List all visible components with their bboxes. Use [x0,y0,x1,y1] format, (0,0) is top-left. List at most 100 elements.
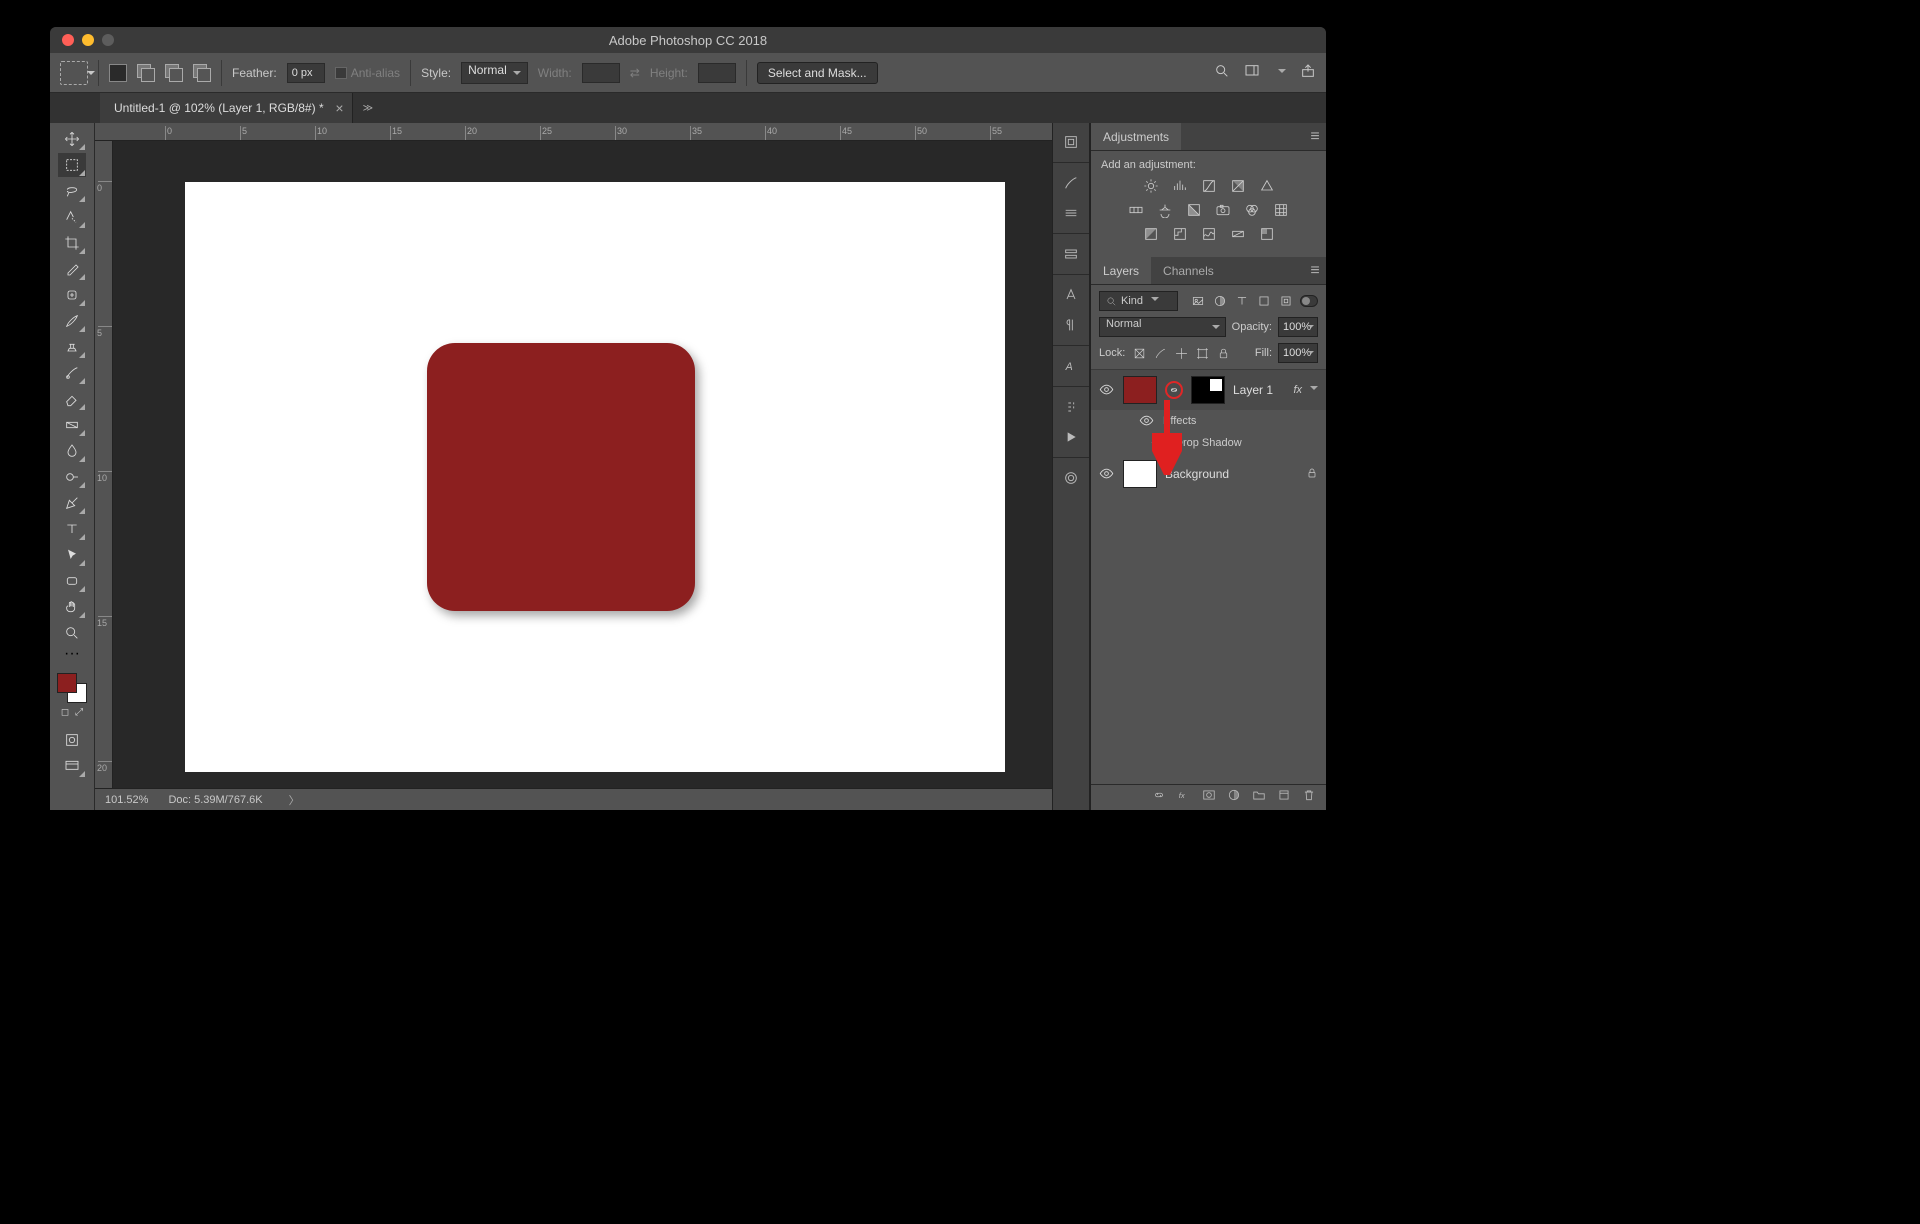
workspace-menu-icon[interactable] [1274,66,1286,80]
style-select[interactable]: Normal [461,62,528,84]
history-brush-tool[interactable] [58,361,86,385]
ruler-vertical[interactable]: 05101520 [95,141,113,788]
edit-toolbar-icon[interactable]: ··· [58,647,86,661]
vibrance-icon[interactable] [1257,177,1277,195]
invert-icon[interactable] [1141,225,1161,243]
threshold-icon[interactable] [1199,225,1219,243]
bw-icon[interactable] [1184,201,1204,219]
foreground-color[interactable] [57,673,77,693]
eyedropper-tool[interactable] [58,257,86,281]
cc-libraries-icon[interactable] [1058,465,1084,491]
lock-pixels-icon[interactable] [1152,345,1168,361]
gradient-tool[interactable] [58,413,86,437]
pen-tool[interactable] [58,491,86,515]
layers-panel-menu-icon[interactable]: ≡ [1304,257,1326,284]
selective-color-icon[interactable] [1257,225,1277,243]
healing-brush-tool[interactable] [58,283,86,307]
layer-fx-indicator[interactable]: fx [1293,384,1318,396]
lock-artboard-icon[interactable] [1194,345,1210,361]
channel-mixer-icon[interactable] [1242,201,1262,219]
swap-colors-icon[interactable]: ⤢ [75,707,83,718]
type-tool[interactable] [58,517,86,541]
swatches-panel-icon[interactable] [1058,200,1084,226]
filter-type-icon[interactable] [1234,293,1250,309]
delete-layer-icon[interactable] [1302,788,1316,807]
levels-icon[interactable] [1170,177,1190,195]
visibility-toggle[interactable] [1099,466,1115,482]
layer-thumbnail[interactable] [1123,376,1157,404]
layer-row-layer1[interactable]: Layer 1 fx [1091,370,1326,410]
actions-panel-icon[interactable] [1058,394,1084,420]
lock-all-icon[interactable] [1215,345,1231,361]
add-mask-icon[interactable] [1202,788,1216,807]
gradient-map-icon[interactable] [1228,225,1248,243]
blend-mode-select[interactable]: Normal [1099,317,1226,337]
new-group-icon[interactable] [1252,788,1266,807]
quick-select-tool[interactable] [58,205,86,229]
curves-icon[interactable] [1199,177,1219,195]
feather-input[interactable] [287,63,325,83]
crop-tool[interactable] [58,231,86,255]
filter-toggle[interactable] [1300,295,1318,307]
dodge-tool[interactable] [58,465,86,489]
color-swatches[interactable] [57,673,87,703]
fill-input[interactable]: 100% [1278,343,1318,363]
search-icon[interactable] [1214,63,1230,82]
lock-transparency-icon[interactable] [1131,345,1147,361]
layer-thumbnail[interactable] [1123,460,1157,488]
layer-filter-kind[interactable]: Kind [1099,291,1178,311]
hue-icon[interactable] [1126,201,1146,219]
move-tool[interactable] [58,127,86,151]
new-layer-icon[interactable] [1277,788,1291,807]
filter-shape-icon[interactable] [1256,293,1272,309]
layer-style-icon[interactable]: fx [1177,788,1191,807]
paragraph-panel-icon[interactable] [1058,312,1084,338]
libraries-panel-icon[interactable] [1058,241,1084,267]
rectangle-tool[interactable] [58,569,86,593]
statusbar-menu-icon[interactable]: 〉 [289,792,300,808]
photo-filter-icon[interactable] [1213,201,1233,219]
layer-effect-dropshadow[interactable]: Drop Shadow [1091,432,1326,454]
opacity-input[interactable]: 100% [1278,317,1318,337]
lasso-tool[interactable] [58,179,86,203]
exposure-icon[interactable] [1228,177,1248,195]
character-panel-icon[interactable] [1058,282,1084,308]
tab-overflow-icon[interactable]: ≫ [353,103,383,114]
hand-tool[interactable] [58,595,86,619]
posterize-icon[interactable] [1170,225,1190,243]
close-window-button[interactable] [62,34,74,46]
brush-tool[interactable] [58,309,86,333]
tab-layers[interactable]: Layers [1091,257,1151,284]
glyphs-panel-icon[interactable]: A [1058,353,1084,379]
layer-effects-row[interactable]: Effects [1091,410,1326,432]
filter-smart-icon[interactable] [1278,293,1294,309]
color-lookup-icon[interactable] [1271,201,1291,219]
blur-tool[interactable] [58,439,86,463]
filter-adjustment-icon[interactable] [1212,293,1228,309]
document-tab[interactable]: × Untitled-1 @ 102% (Layer 1, RGB/8#) * [100,93,353,123]
lock-position-icon[interactable] [1173,345,1189,361]
select-and-mask-button[interactable]: Select and Mask... [757,62,878,84]
history-panel-icon[interactable] [1058,129,1084,155]
subtract-from-selection-icon[interactable] [165,64,183,82]
viewport[interactable] [113,141,1052,788]
quick-mask-icon[interactable] [58,728,86,752]
clone-stamp-tool[interactable] [58,335,86,359]
doc-info[interactable]: Doc: 5.39M/767.6K [168,794,262,806]
brightness-icon[interactable] [1141,177,1161,195]
marquee-tool[interactable] [58,153,86,177]
default-colors-icon[interactable]: ◻ [61,707,69,718]
play-panel-icon[interactable] [1058,424,1084,450]
brushes-panel-icon[interactable] [1058,170,1084,196]
workspace-switcher-icon[interactable] [1244,63,1260,82]
close-tab-icon[interactable]: × [335,100,343,116]
color-balance-icon[interactable] [1155,201,1175,219]
tool-preset-picker[interactable] [60,61,88,85]
minimize-window-button[interactable] [82,34,94,46]
path-select-tool[interactable] [58,543,86,567]
eraser-tool[interactable] [58,387,86,411]
tab-channels[interactable]: Channels [1151,257,1226,284]
layer-mask-thumbnail[interactable] [1191,376,1225,404]
new-selection-icon[interactable] [109,64,127,82]
filter-pixel-icon[interactable] [1190,293,1206,309]
